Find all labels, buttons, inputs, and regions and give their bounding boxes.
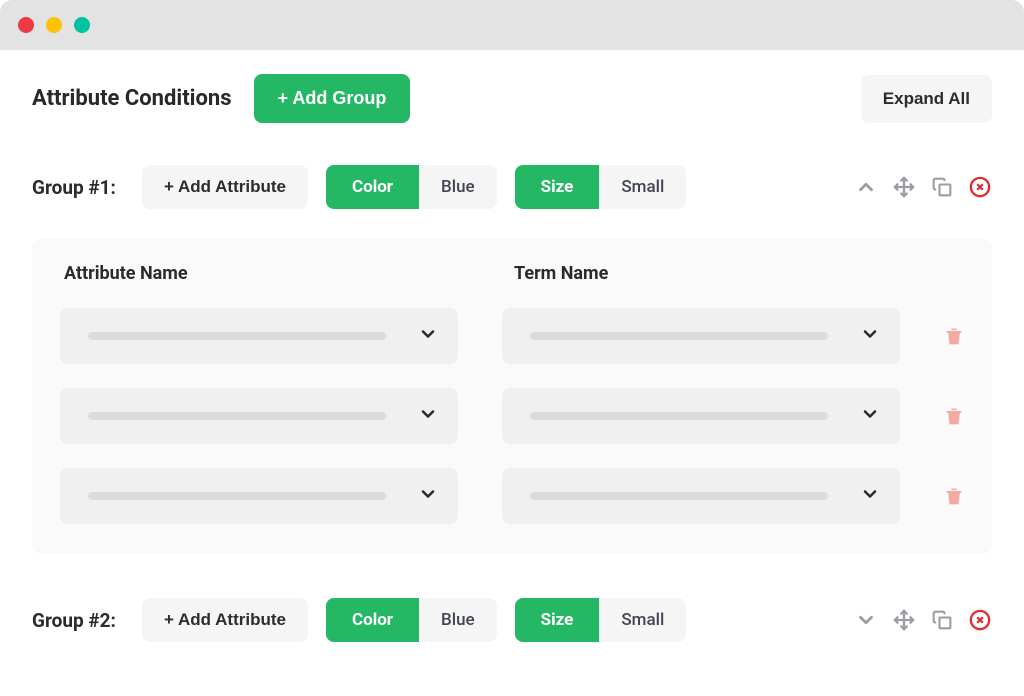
move-icon[interactable]: [892, 175, 916, 199]
column-header-term: Term Name: [514, 263, 960, 284]
delete-icon[interactable]: [968, 608, 992, 632]
expand-icon[interactable]: [854, 608, 878, 632]
chip-attr: Size: [515, 598, 600, 642]
page-title: Attribute Conditions: [32, 86, 232, 111]
placeholder-line: [88, 412, 386, 420]
attribute-panel: Attribute Name Term Name: [32, 239, 992, 554]
term-select[interactable]: [502, 308, 900, 364]
placeholder-line: [88, 332, 386, 340]
add-attribute-button[interactable]: + Add Attribute: [142, 165, 308, 209]
column-header-attribute: Attribute Name: [64, 263, 514, 284]
placeholder-line: [530, 412, 828, 420]
chevron-down-icon: [418, 484, 438, 508]
trash-icon[interactable]: [944, 485, 964, 507]
attribute-row: [60, 308, 964, 364]
window-maximize-dot[interactable]: [74, 17, 90, 33]
window-titlebar: [0, 0, 1024, 50]
attribute-select[interactable]: [60, 308, 458, 364]
copy-icon[interactable]: [930, 175, 954, 199]
collapse-icon[interactable]: [854, 175, 878, 199]
chevron-down-icon: [418, 404, 438, 428]
window-minimize-dot[interactable]: [46, 17, 62, 33]
attribute-chip[interactable]: Color Blue: [326, 598, 497, 642]
attribute-row: [60, 468, 964, 524]
attribute-row: [60, 388, 964, 444]
placeholder-line: [530, 332, 828, 340]
chip-term: Blue: [419, 598, 497, 642]
trash-icon[interactable]: [944, 325, 964, 347]
chip-term: Small: [599, 598, 686, 642]
window-close-dot[interactable]: [18, 17, 34, 33]
placeholder-line: [88, 492, 386, 500]
placeholder-line: [530, 492, 828, 500]
attribute-select[interactable]: [60, 468, 458, 524]
chevron-down-icon: [860, 404, 880, 428]
chip-attr: Color: [326, 598, 419, 642]
chevron-down-icon: [418, 324, 438, 348]
attribute-chip[interactable]: Color Blue: [326, 165, 497, 209]
attribute-chip[interactable]: Size Small: [515, 165, 687, 209]
page-header: Attribute Conditions + Add Group Expand …: [32, 74, 992, 123]
attribute-select[interactable]: [60, 388, 458, 444]
move-icon[interactable]: [892, 608, 916, 632]
chip-attr: Color: [326, 165, 419, 209]
chip-attr: Size: [515, 165, 600, 209]
term-select[interactable]: [502, 468, 900, 524]
group-header-row: Group #1: + Add Attribute Color Blue Siz…: [32, 165, 992, 209]
trash-icon[interactable]: [944, 405, 964, 427]
copy-icon[interactable]: [930, 608, 954, 632]
term-select[interactable]: [502, 388, 900, 444]
expand-all-button[interactable]: Expand All: [861, 75, 992, 123]
add-group-button[interactable]: + Add Group: [254, 74, 411, 123]
delete-icon[interactable]: [968, 175, 992, 199]
group-header-row: Group #2: + Add Attribute Color Blue Siz…: [32, 598, 992, 642]
chip-term: Small: [599, 165, 686, 209]
chevron-down-icon: [860, 484, 880, 508]
attribute-chip[interactable]: Size Small: [515, 598, 687, 642]
chip-term: Blue: [419, 165, 497, 209]
add-attribute-button[interactable]: + Add Attribute: [142, 598, 308, 642]
group-label: Group #2:: [32, 609, 124, 632]
group-label: Group #1:: [32, 176, 124, 199]
chevron-down-icon: [860, 324, 880, 348]
